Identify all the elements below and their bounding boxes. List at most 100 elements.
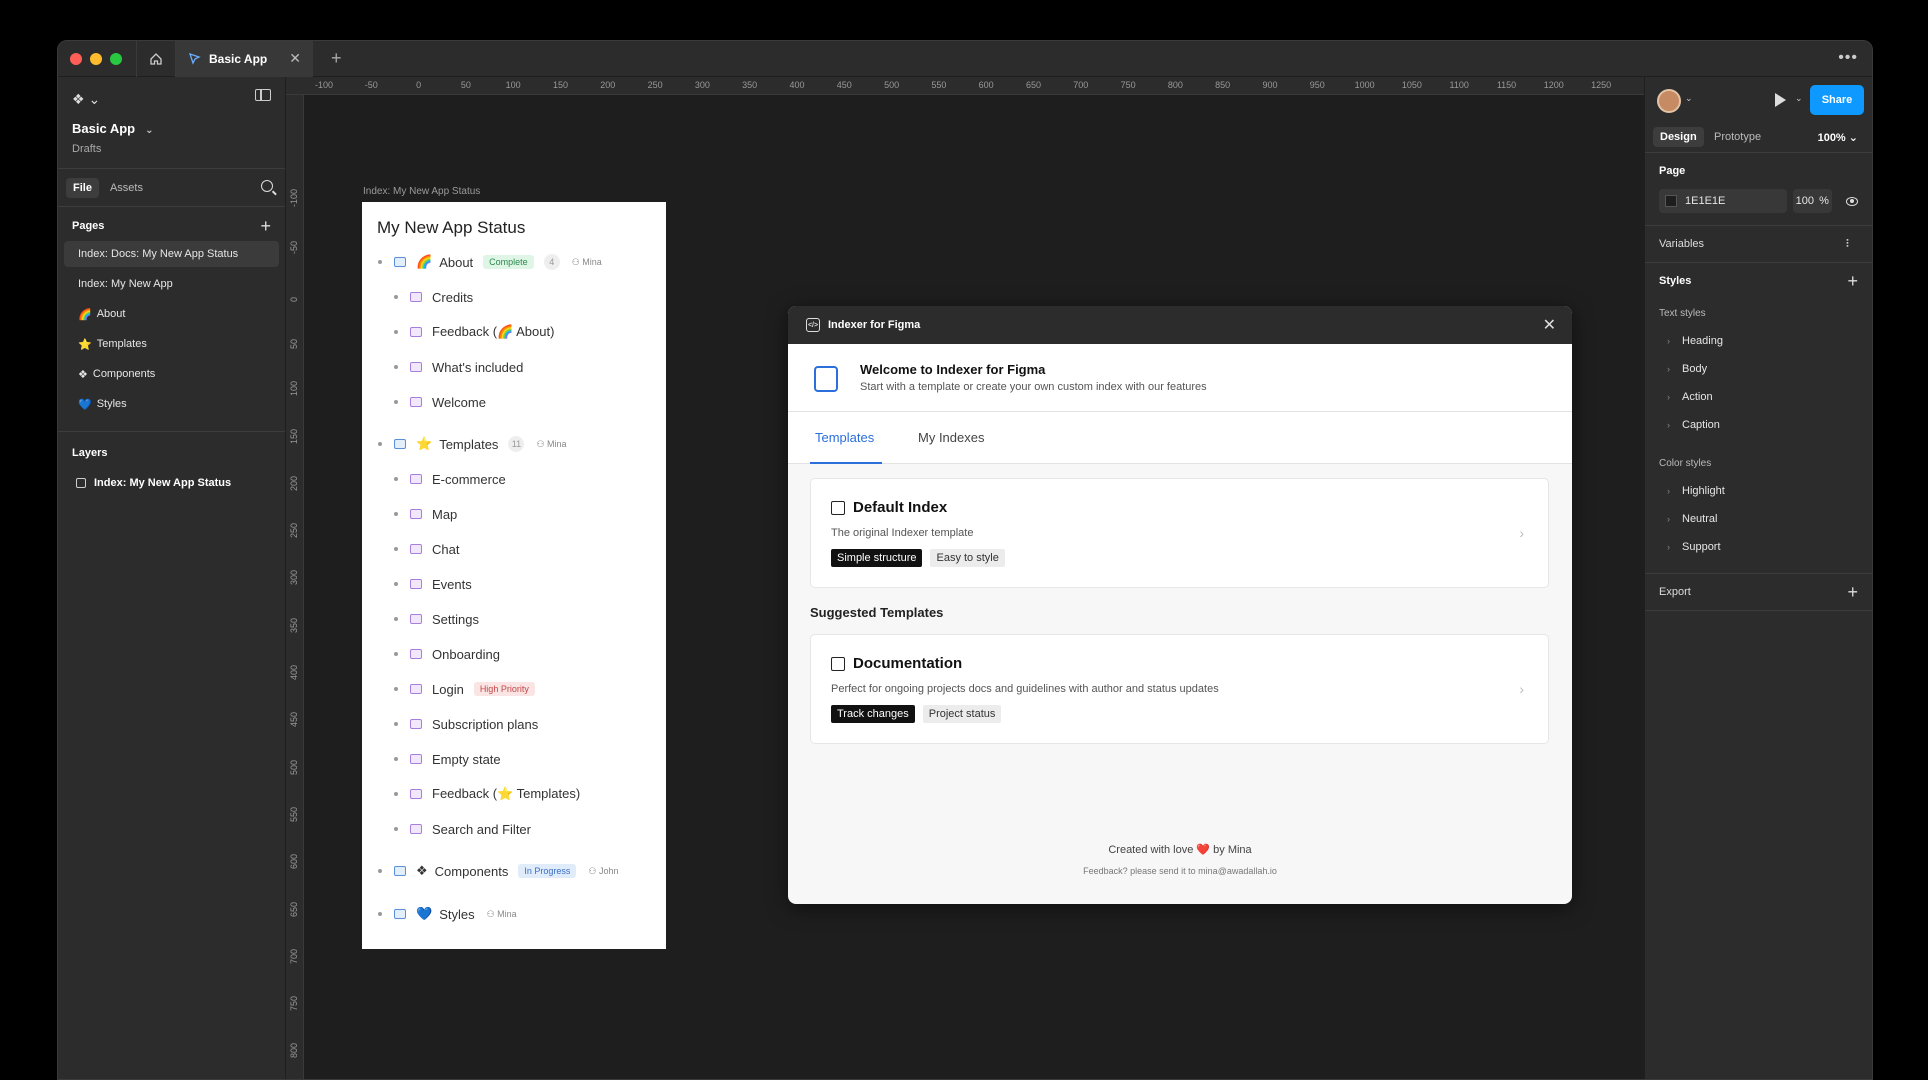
index-section-row[interactable]: ⭐ Templates 11 ⚇ Mina: [378, 434, 567, 454]
index-page-row[interactable]: Subscription plans: [394, 714, 538, 734]
index-page-row[interactable]: Search and Filter: [394, 819, 531, 839]
add-export-icon[interactable]: +: [1847, 582, 1858, 603]
close-tab-icon[interactable]: ✕: [289, 50, 301, 67]
user-icon: ⚇: [486, 908, 498, 919]
index-page-row[interactable]: What's included: [394, 357, 523, 377]
ruler-tick-label: 100: [505, 80, 521, 90]
documentation-card[interactable]: Documentation Perfect for ongoing projec…: [810, 634, 1549, 744]
search-icon[interactable]: [261, 180, 273, 192]
chevron-down-icon[interactable]: ⌄: [1685, 93, 1693, 104]
page-item-templates[interactable]: ⭐ Templates: [64, 331, 279, 357]
page-item-about[interactable]: 🌈 About: [64, 301, 279, 327]
style-item-highlight[interactable]: › Highlight: [1645, 477, 1872, 505]
tab-templates[interactable]: Templates: [815, 430, 874, 445]
title-bar: Basic App ✕ + •••: [58, 41, 1872, 77]
tab-design[interactable]: Design: [1653, 127, 1704, 147]
style-label: Highlight: [1682, 485, 1725, 497]
new-tab-button[interactable]: +: [331, 48, 342, 69]
eye-icon[interactable]: [1845, 196, 1858, 206]
index-page-row[interactable]: Feedback (⭐ Templates): [394, 784, 580, 804]
index-page-row[interactable]: Events: [394, 574, 472, 594]
plugin-window: </> Indexer for Figma ✕ Welcome to Index…: [788, 306, 1572, 904]
style-item-action[interactable]: › Action: [1645, 383, 1872, 411]
ruler-tick-label: 750: [1120, 80, 1136, 90]
ruler-vertical: -100 -50 0 50 100 150 200 250 300 350 400 450 500 550…: [286, 95, 304, 1079]
index-page-row[interactable]: Credits: [394, 287, 473, 307]
index-page-row[interactable]: Feedback (🌈 About): [394, 322, 554, 342]
style-label: Support: [1682, 541, 1721, 553]
index-section-row[interactable]: 💙 Styles ⚇ Mina: [378, 904, 517, 924]
index-page-row[interactable]: Onboarding: [394, 644, 500, 664]
panel-toggle-icon[interactable]: [255, 89, 271, 101]
layer-item[interactable]: Index: My New App Status: [58, 470, 285, 496]
index-page-row[interactable]: Chat: [394, 539, 459, 559]
index-frame[interactable]: My New App Status 🌈 About Complete 4 ⚇ Mina C…: [362, 202, 666, 949]
variables-header: Variables ⫶: [1645, 226, 1872, 262]
page-opacity-input[interactable]: 100%: [1793, 189, 1832, 213]
home-button[interactable]: [136, 41, 176, 77]
zoom-level[interactable]: 100% ⌄: [1818, 131, 1858, 144]
close-icon[interactable]: ✕: [1543, 315, 1556, 335]
style-item-body[interactable]: › Body: [1645, 355, 1872, 383]
more-options-icon[interactable]: •••: [1838, 49, 1858, 67]
layers-title: Layers: [72, 447, 108, 459]
traffic-lights: [70, 52, 122, 65]
style-item-heading[interactable]: › Heading: [1645, 327, 1872, 355]
close-window-button[interactable]: [70, 52, 82, 65]
star-icon: ⭐: [416, 436, 433, 451]
frame-label[interactable]: Index: My New App Status: [363, 186, 480, 197]
page-label: Feedback (🌈 About): [432, 324, 555, 339]
add-style-icon[interactable]: +: [1847, 271, 1858, 292]
page-item-index-my-new-app[interactable]: Index: My New App: [64, 271, 279, 297]
ruler-tick-label: 650: [1025, 80, 1042, 90]
tab-file[interactable]: File: [66, 177, 99, 198]
default-index-card[interactable]: Default Index The original Indexer templ…: [810, 478, 1549, 588]
index-page-row[interactable]: E-commerce: [394, 469, 506, 489]
card-description: The original Indexer template: [831, 527, 974, 539]
ruler-tick-label: 550: [931, 80, 947, 90]
page-icon: [410, 474, 422, 484]
tab-prototype[interactable]: Prototype: [1707, 127, 1768, 147]
add-page-icon[interactable]: +: [260, 216, 271, 237]
right-panel: ⌄ ⌄ Share Design Prototype 100% ⌄ Page 1…: [1644, 77, 1872, 1079]
plugin-title: Indexer for Figma: [828, 319, 921, 331]
style-item-support[interactable]: › Support: [1645, 533, 1872, 561]
figma-menu-icon[interactable]: ❖ ⌄: [72, 91, 100, 108]
style-item-neutral[interactable]: › Neutral: [1645, 505, 1872, 533]
index-page-row[interactable]: Login High Priority: [394, 679, 535, 699]
section-page-icon: [394, 909, 406, 919]
present-play-icon[interactable]: [1775, 93, 1786, 107]
page-color-input[interactable]: 1E1E1E: [1659, 189, 1787, 213]
page-item-index-docs[interactable]: Index: Docs: My New App Status: [64, 241, 279, 267]
style-item-caption[interactable]: › Caption: [1645, 411, 1872, 439]
avatar[interactable]: [1657, 89, 1681, 113]
index-page-row[interactable]: Settings: [394, 609, 479, 629]
color-swatch[interactable]: [1665, 195, 1677, 207]
maximize-window-button[interactable]: [110, 52, 122, 65]
ruler-tick-label: 650: [289, 901, 299, 917]
card-tags: Simple structure Easy to style: [831, 549, 1005, 567]
page-item-styles[interactable]: 💙 Styles: [64, 391, 279, 417]
styles-section: Styles + Text styles › Heading › Body › Acti…: [1645, 263, 1872, 574]
index-section-row[interactable]: ❖ Components In Progress ⚇ John: [378, 861, 619, 881]
index-page-row[interactable]: Empty state: [394, 749, 501, 769]
share-button[interactable]: Share: [1810, 85, 1864, 115]
tab-my-indexes[interactable]: My Indexes: [918, 430, 984, 445]
page-icon: [410, 719, 422, 729]
file-name[interactable]: Basic App ⌄: [72, 121, 153, 136]
page-icon: [410, 327, 422, 337]
minimize-window-button[interactable]: [90, 52, 102, 65]
page-item-components[interactable]: ❖ Components: [64, 361, 279, 387]
chevron-right-icon: ›: [1519, 525, 1524, 541]
index-page-row[interactable]: Map: [394, 504, 457, 524]
chevron-down-icon[interactable]: ⌄: [1795, 93, 1803, 104]
page-label: Chat: [432, 541, 460, 557]
page-count-badge: 4: [543, 254, 560, 270]
page-icon: [410, 684, 422, 694]
index-page-row[interactable]: Welcome: [394, 392, 486, 412]
variables-icon[interactable]: ⫶: [1846, 238, 1858, 250]
index-section-row[interactable]: 🌈 About Complete 4 ⚇ Mina: [378, 252, 602, 272]
card-description: Perfect for ongoing projects docs and gu…: [831, 683, 1219, 695]
file-tab[interactable]: Basic App ✕: [176, 41, 313, 77]
tab-assets[interactable]: Assets: [103, 178, 150, 198]
